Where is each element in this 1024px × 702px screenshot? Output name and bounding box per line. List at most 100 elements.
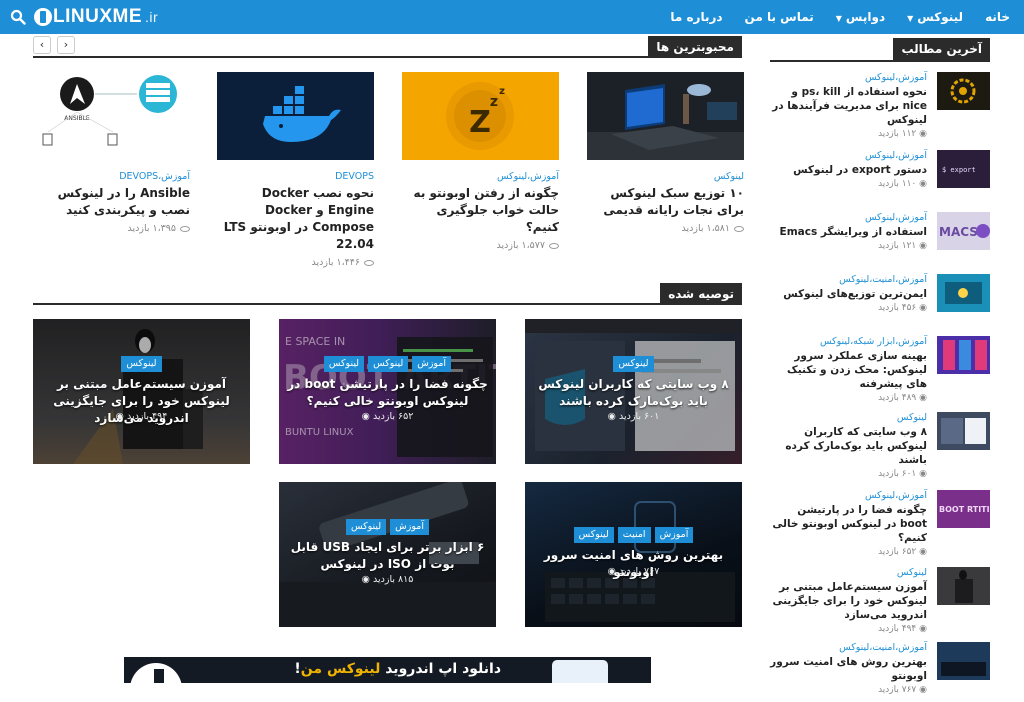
category-tag[interactable]: لینوکس (323, 356, 365, 372)
post-thumbnail[interactable] (587, 72, 744, 160)
post-category[interactable]: آموزش،لینوکس (770, 212, 927, 223)
post-thumbnail[interactable] (937, 274, 990, 312)
views-count: ۱،۵۷۷ بازدید (496, 240, 546, 251)
post-category[interactable]: لینوکس (770, 567, 927, 578)
post-category[interactable]: آموزش،امنیت،لینوکس (770, 274, 927, 285)
post-views: ۱،۵۷۷ بازدید (402, 240, 559, 251)
category-tag[interactable]: آموزش (390, 519, 429, 535)
post-thumbnail[interactable]: ANSIBLE (33, 72, 190, 160)
post-category[interactable]: لینوکس (587, 171, 744, 182)
post-title[interactable]: بهترین روش های امنیت سرور اوبونتو (770, 655, 927, 683)
post-title[interactable]: ایمن‌ترین توزیع‌های لینوکس (770, 287, 927, 301)
nav-home[interactable]: خانه (985, 10, 1010, 24)
post-title[interactable]: چگونه فضا را در پارتیشن boot در لینوکس ا… (770, 503, 927, 545)
carousel-prev-button[interactable]: ‹ (33, 36, 51, 54)
sidebar-post[interactable]: MACS آموزش،لینوکس استفاده از ویرایشگر Em… (770, 212, 990, 272)
site-logo[interactable]: LINUXME .ir (34, 6, 158, 28)
popular-card[interactable]: ANSIBLE آموزش،DEVOPS Ansible را در لینوک… (33, 72, 190, 234)
eye-icon: ◉ (916, 685, 927, 695)
app-download-banner[interactable]: دانلود اپ اندروید لینوکس من! (124, 657, 651, 683)
eye-icon (549, 242, 559, 249)
tile-title[interactable]: ۶ ابزار برتر برای ایجاد USB قابل بوت از … (287, 539, 488, 573)
post-views: ۱،۵۸۱ بازدید (587, 223, 744, 234)
sidebar-post[interactable]: آموزش،امنیت،لینوکس ایمن‌ترین توزیع‌های ل… (770, 274, 990, 334)
post-category[interactable]: DEVOPS (217, 171, 374, 182)
category-tag[interactable]: لینوکس (346, 519, 387, 535)
post-category[interactable]: آموزش،لینوکس (402, 171, 559, 182)
eye-icon: ◉ (361, 574, 370, 585)
post-title[interactable]: استفاده از ویرایشگر Emacs (770, 225, 927, 239)
post-category[interactable]: آموزش،لینوکس (770, 72, 927, 83)
chevron-down-icon: ▼ (907, 14, 914, 23)
banner-text-highlight: لینوکس من (300, 661, 381, 677)
post-thumbnail[interactable] (937, 336, 990, 374)
post-thumbnail[interactable]: MACS (937, 212, 990, 250)
post-category[interactable]: آموزش،لینوکس (770, 150, 927, 161)
sidebar-post-text: لینوکس ۸ وب سایتی که کاربران لینوکس باید… (770, 412, 927, 479)
carousel-next-button[interactable]: › (57, 36, 75, 54)
recommended-tile[interactable]: لینوکس ۸ وب سایتی که کاربران لینوکس باید… (525, 319, 742, 464)
sidebar-post[interactable]: لینوکس ۸ وب سایتی که کاربران لینوکس باید… (770, 412, 990, 479)
post-title[interactable]: آموزن سیستم‌عامل مبتنی بر لینوکس خود را … (770, 580, 928, 622)
post-title[interactable]: چگونه از رفتن اوبونتو به حالت خواب جلوگی… (402, 185, 559, 236)
post-category[interactable]: آموزش،ابزار شبکه،لینوکس (770, 336, 927, 347)
post-category[interactable]: لینوکس (770, 412, 927, 423)
sidebar-post[interactable]: آموزش،لینوکس نحوه استفاده از ps، kill و … (770, 72, 990, 139)
post-thumbnail[interactable] (937, 72, 990, 110)
nav-linux[interactable]: لینوکس▼ (907, 10, 963, 24)
recommended-tile[interactable]: آموزش امنیت لینوکس بهترین روش های امنیت … (525, 482, 742, 627)
sidebar-post[interactable]: BOOT RTITION آموزش،لینوکس چگونه فضا را د… (770, 490, 990, 557)
post-title[interactable]: Ansible را در لینوکس نصب و پیکربندی کنید (33, 185, 190, 219)
nav-about[interactable]: درباره ما (670, 10, 722, 24)
ansible-caption: ANSIBLE (64, 115, 90, 122)
post-category[interactable]: آموزش،DEVOPS (33, 171, 190, 182)
post-thumbnail[interactable] (937, 567, 990, 605)
recommended-heading: توصیه شده (660, 283, 742, 305)
post-title[interactable]: نحوه نصب Docker Engine و Docker Compose … (217, 185, 374, 253)
post-thumbnail[interactable]: BOOT RTITION (937, 490, 990, 528)
post-category[interactable]: آموزش،امنیت،لینوکس (770, 642, 927, 653)
views-count: ۴۹۴ بازدید (878, 624, 917, 634)
views-count: ۸۱۵ بازدید (373, 574, 414, 585)
recommended-tile[interactable]: لینوکس آموزن سیستم‌عامل مبتنی بر لینوکس … (33, 319, 250, 464)
category-tag[interactable]: امنیت (617, 527, 651, 543)
sidebar-post[interactable]: آموزش،ابزار شبکه،لینوکس بهینه سازی عملکر… (770, 336, 990, 403)
category-tag[interactable]: لینوکس (573, 527, 614, 543)
tile-title[interactable]: چگونه فضا را در پارتیشن boot در لینوکس ا… (287, 376, 488, 410)
post-title[interactable]: نحوه استفاده از ps، kill و nice برای مدی… (770, 85, 927, 127)
sidebar-post[interactable]: $ export آموزش،لینوکس دستور export در لی… (770, 150, 990, 210)
tile-title[interactable]: ۸ وب سایتی که کاربران لینوکس باید بوک‌ما… (533, 376, 734, 410)
category-tag[interactable]: لینوکس (121, 356, 162, 372)
nav-contact[interactable]: تماس با من (745, 10, 814, 24)
views-count: ۱،۳۹۵ بازدید (127, 223, 177, 234)
post-views: ◉ ۱۲۱ بازدید (770, 241, 927, 251)
search-icon[interactable] (10, 9, 26, 25)
recommended-tile[interactable]: آموزش لینوکس ۶ ابزار برتر برای ایجاد USB… (279, 482, 496, 627)
post-title[interactable]: ۸ وب سایتی که کاربران لینوکس باید بوک‌ما… (770, 425, 927, 467)
post-thumbnail[interactable]: $ export (937, 150, 990, 188)
popular-card[interactable]: لینوکس ۱۰ توزیع سبک لینوکس برای نجات رای… (587, 72, 744, 234)
category-tag[interactable]: لینوکس (368, 356, 409, 372)
category-tag[interactable]: آموزش (654, 527, 694, 543)
post-title[interactable]: ۱۰ توزیع سبک لینوکس برای نجات رایانه قدی… (587, 185, 744, 219)
post-title[interactable]: دستور export در لینوکس (770, 163, 927, 177)
post-thumbnail[interactable]: Z z z (402, 72, 559, 160)
post-thumbnail[interactable] (937, 642, 990, 680)
popular-card[interactable]: DEVOPS نحوه نصب Docker Engine و Docker C… (217, 72, 374, 268)
views-count: ۱۲۱ بازدید (878, 241, 917, 251)
post-title[interactable]: بهینه سازی عملکرد سرور لینوکس: محک زدن و… (770, 349, 927, 391)
post-thumbnail[interactable] (217, 72, 374, 160)
post-views: ◉ ۴۹۴ بازدید (770, 624, 927, 634)
nav-devops[interactable]: دواپس▼ (836, 10, 885, 24)
views-count: ۶۵۲ بازدید (878, 547, 917, 557)
post-category[interactable]: آموزش،لینوکس (770, 490, 927, 501)
phone-mockup-icon (552, 660, 608, 683)
category-tag[interactable]: لینوکس (613, 356, 654, 372)
recommended-tile[interactable]: E SPACE IN BOOT ARTITION BUNTU LINUX آمو… (279, 319, 496, 464)
popular-card[interactable]: Z z z آموزش،لینوکس چگونه از رفتن اوبونتو… (402, 72, 559, 251)
sidebar-post[interactable]: آموزش،امنیت،لینوکس بهترین روش های امنیت … (770, 642, 990, 702)
post-thumbnail[interactable] (937, 412, 990, 450)
sidebar-post[interactable]: لینوکس آموزن سیستم‌عامل مبتنی بر لینوکس … (770, 567, 990, 634)
category-tag[interactable]: آموزش (412, 356, 452, 372)
svg-text:Z: Z (469, 105, 491, 140)
